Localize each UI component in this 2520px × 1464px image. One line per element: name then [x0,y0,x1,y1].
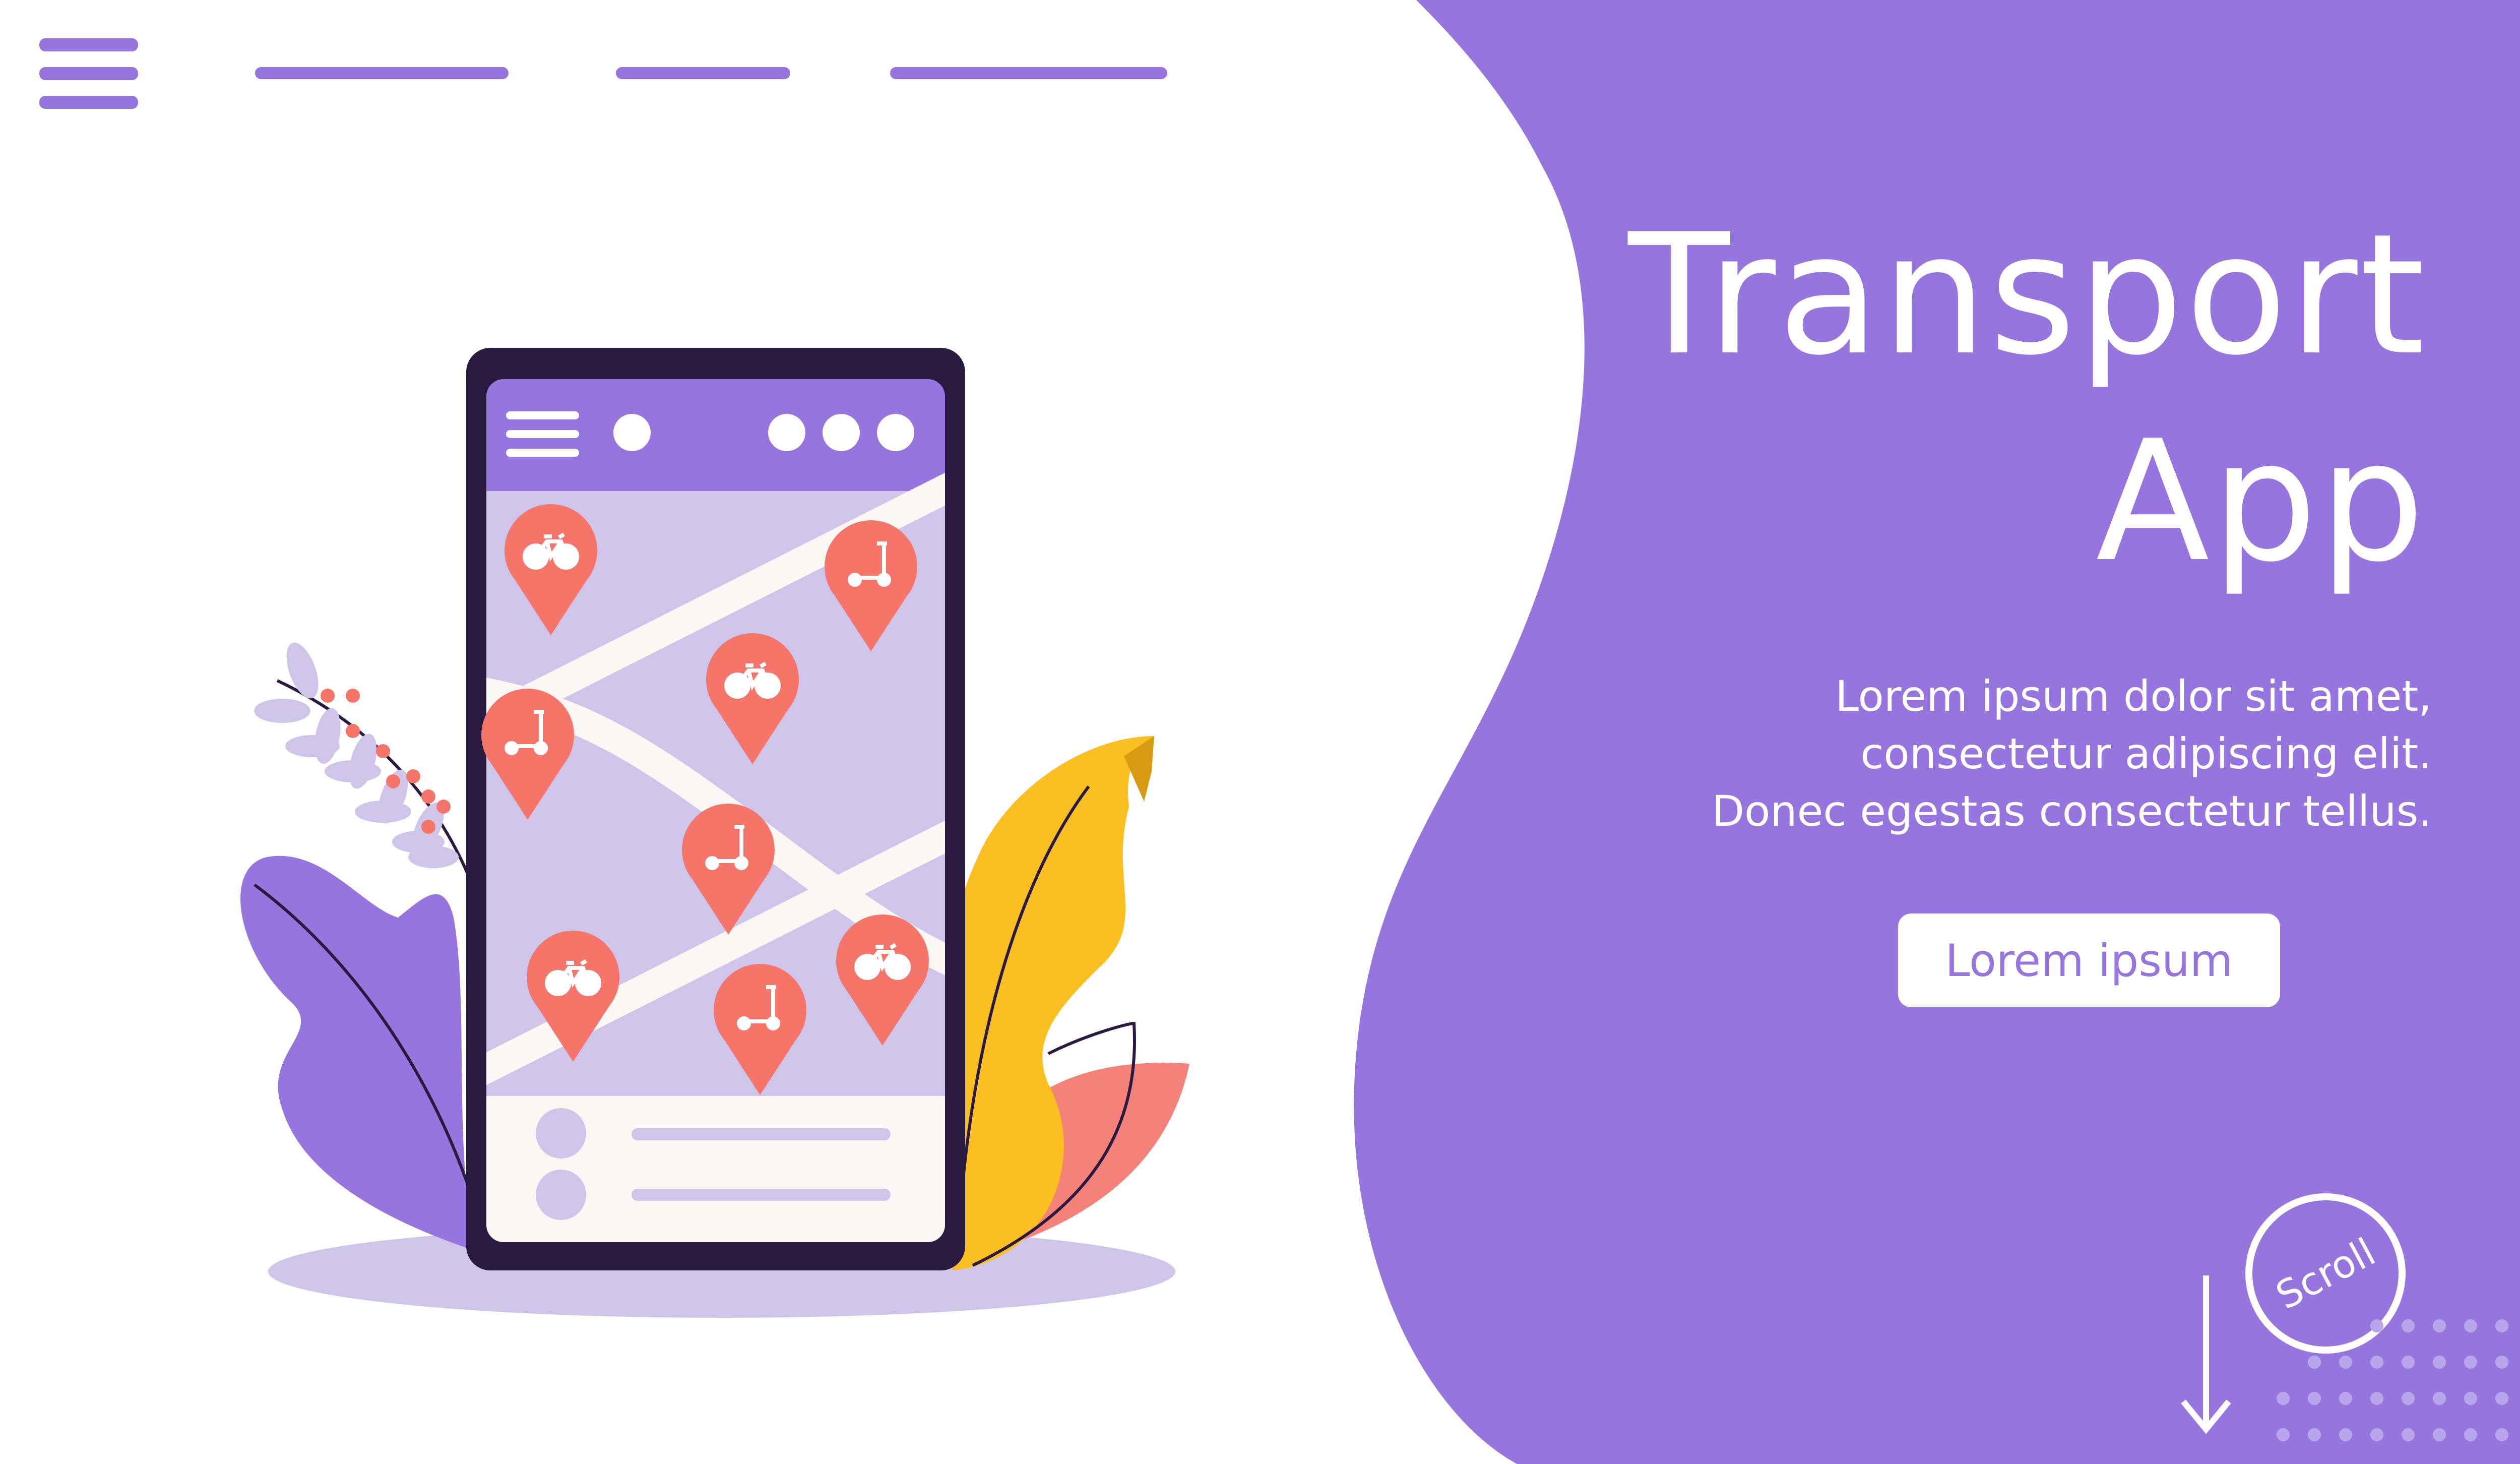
avatar [536,1170,586,1220]
hero-description-line-2: consectetur adipiscing elit. [1860,729,2432,778]
purple-leaf [240,856,474,1250]
transport-app-landing: Transport App Lorem ipsum dolor sit amet… [0,0,2520,1464]
phone-status-dot-icon [613,414,651,451]
list-item-line [632,1128,891,1140]
map-pin-scooter[interactable] [825,520,917,651]
decor-dot [2308,1356,2321,1369]
more-dots-icon[interactable] [768,414,914,451]
cta-button[interactable]: Lorem ipsum [1898,913,2280,1007]
decor-dot [2339,1392,2352,1405]
decor-dot [2495,1392,2508,1405]
decor-dot [2370,1319,2383,1332]
decor-dot [2464,1392,2477,1405]
decor-dot [2464,1356,2477,1369]
hero-description-line-3: Donec egestas consectetur tellus. [1712,786,2432,836]
decor-dot [2277,1392,2290,1405]
decor-dot [2495,1319,2508,1332]
map-pin-bicycle[interactable] [836,914,929,1046]
list-item[interactable] [536,1108,899,1158]
hero-title-line-1: Transport [1628,198,2427,392]
scroll-label: Scroll [2269,1229,2382,1318]
decor-dot [2402,1319,2415,1332]
decor-dot [2464,1319,2477,1332]
list-item[interactable] [536,1170,899,1220]
decor-dot [2402,1428,2415,1441]
decor-dot [2339,1356,2352,1369]
top-nav [0,0,1210,121]
decor-dot [2370,1356,2383,1369]
list-item-line [632,1189,891,1201]
map-pins [481,504,929,1095]
map-pin-bicycle[interactable] [527,931,619,1062]
decor-dot [2308,1392,2321,1405]
decor-dot [2433,1392,2446,1405]
map-pin-scooter[interactable] [682,804,775,935]
nav-link-3[interactable] [890,67,1167,79]
hero-title-line-2: App [2096,405,2427,598]
hero-description-line-1: Lorem ipsum dolor sit amet, [1835,672,2432,721]
nav-link-1[interactable] [255,67,509,79]
map-pin-scooter[interactable] [714,964,806,1095]
decor-dot [2433,1356,2446,1369]
avatar [536,1108,586,1158]
decor-dot [2495,1356,2508,1369]
decor-dot [2308,1428,2321,1441]
decor-dot [2402,1356,2415,1369]
phone-menu-icon[interactable] [506,411,579,457]
arrow-down-icon[interactable] [2178,1275,2234,1437]
decor-dot [2464,1428,2477,1441]
decor-dot [2370,1428,2383,1441]
decor-dot [2433,1319,2446,1332]
decor-dot [2370,1392,2383,1405]
map-pin-bicycle[interactable] [706,633,799,764]
nav-link-2[interactable] [616,67,790,79]
decor-dot [2277,1428,2290,1441]
map-pin-bicycle[interactable] [505,504,597,635]
hamburger-menu-icon[interactable] [39,38,138,109]
decor-dot [2402,1392,2415,1405]
yellow-leaf [947,736,1154,1270]
decor-dot [2433,1428,2446,1441]
decor-dot [2339,1428,2352,1441]
map-pin-scooter[interactable] [481,689,574,820]
dot-grid-decoration [2277,1319,2508,1441]
decor-dot [2495,1428,2508,1441]
